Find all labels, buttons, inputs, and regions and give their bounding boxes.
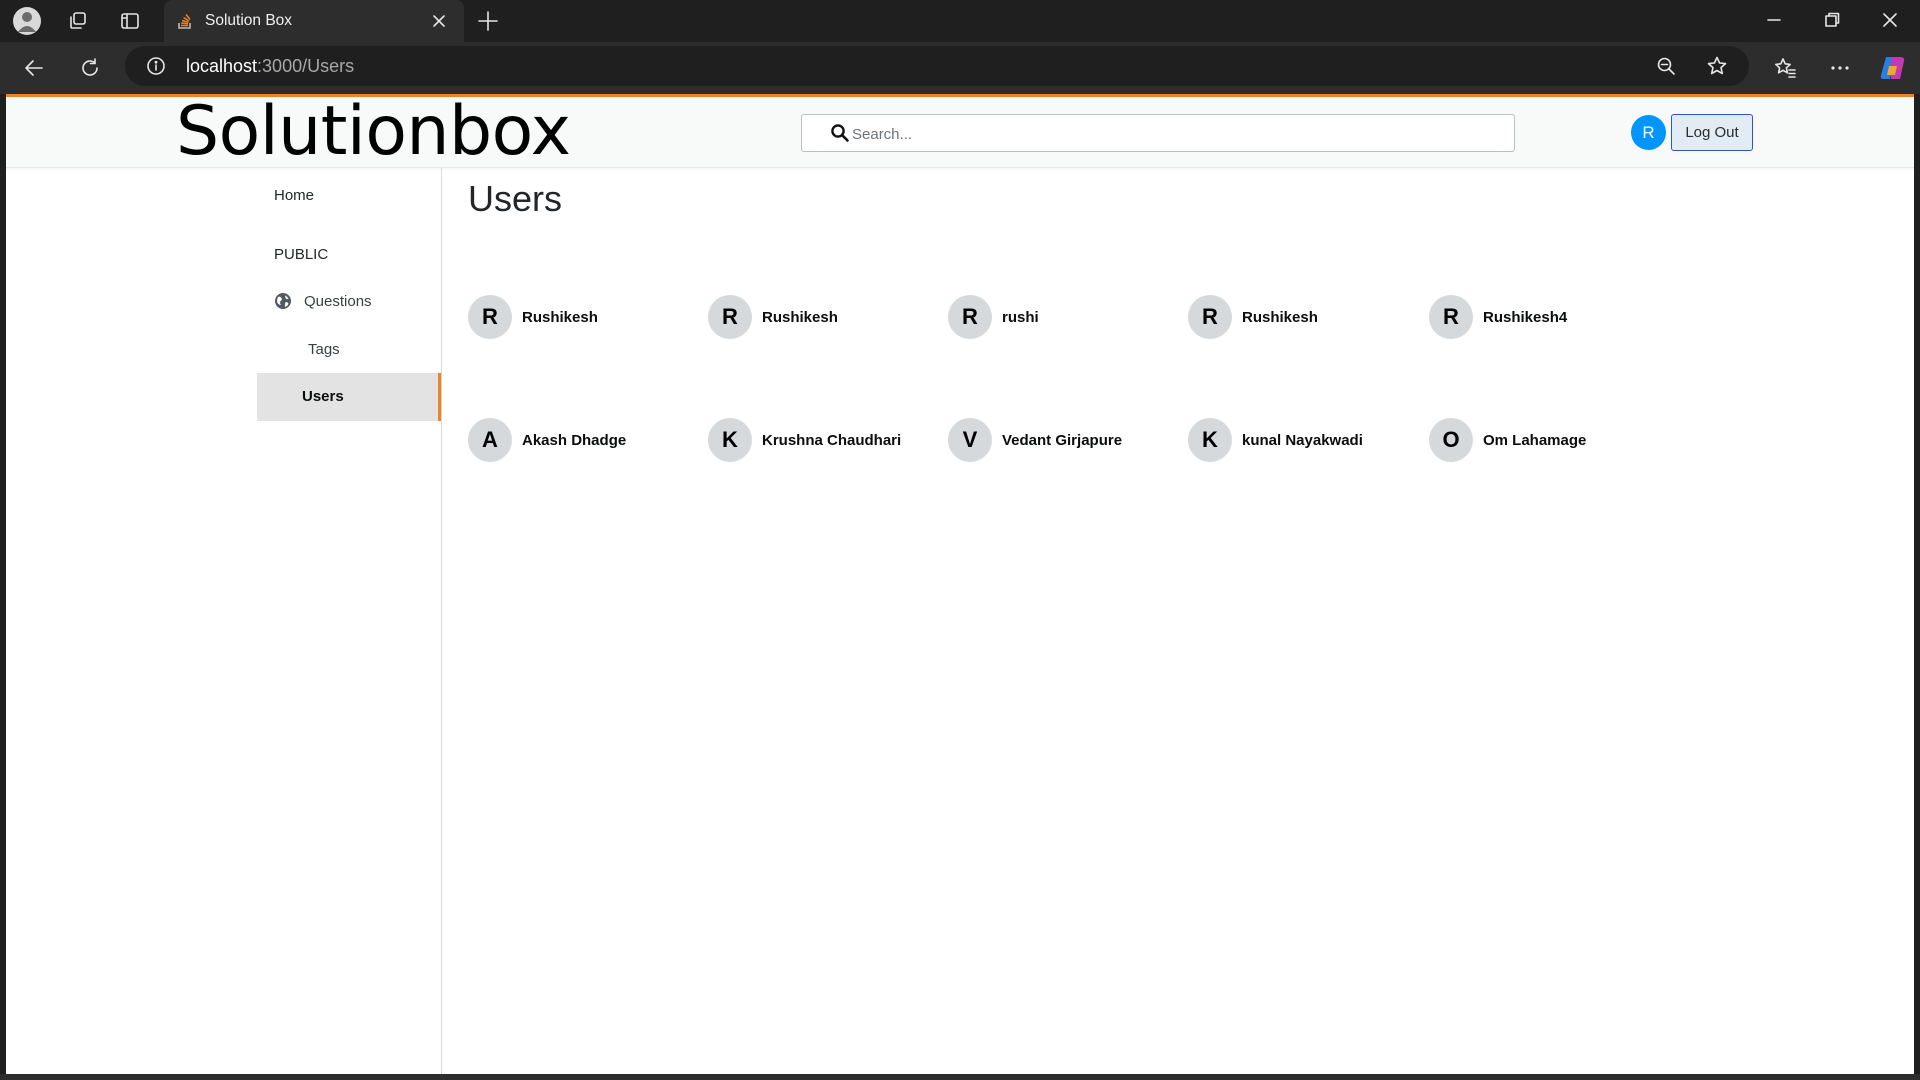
close-window-icon[interactable] bbox=[1880, 10, 1900, 30]
close-tab-icon[interactable] bbox=[431, 13, 447, 29]
address-bar[interactable]: localhost:3000/Users bbox=[125, 46, 1749, 86]
nav-users-active[interactable]: Users bbox=[257, 373, 441, 421]
copilot-icon[interactable] bbox=[1878, 53, 1908, 83]
page-title: Users bbox=[468, 178, 563, 219]
active-tab[interactable]: Solution Box bbox=[164, 0, 464, 42]
site-header: Solutionbox R Log Out bbox=[6, 94, 1914, 168]
user-card[interactable]: V Vedant Girjapure bbox=[948, 418, 1122, 462]
search-input[interactable] bbox=[850, 115, 1504, 153]
user-card-avatar: R bbox=[708, 295, 752, 339]
nav-tags[interactable]: Tags bbox=[308, 341, 340, 358]
user-card-avatar: A bbox=[468, 418, 512, 462]
browser-toolbar: localhost:3000/Users bbox=[0, 42, 1920, 94]
user-card[interactable]: R Rushikesh4 bbox=[1429, 295, 1567, 339]
user-card[interactable]: A Akash Dhadge bbox=[468, 418, 626, 462]
favorites-icon[interactable] bbox=[1773, 56, 1797, 80]
user-card-name[interactable]: Vedant Girjapure bbox=[1002, 432, 1122, 449]
workspaces-icon[interactable] bbox=[62, 5, 94, 37]
url-host: localhost bbox=[186, 56, 258, 76]
user-avatar[interactable]: R bbox=[1631, 115, 1666, 150]
browser-tab-strip: Solution Box bbox=[0, 0, 1920, 42]
vertical-tabs-icon[interactable] bbox=[114, 5, 146, 37]
profile-avatar[interactable] bbox=[11, 5, 43, 37]
user-card[interactable]: K Krushna Chaudhari bbox=[708, 418, 901, 462]
refresh-icon[interactable] bbox=[78, 56, 102, 80]
user-card-name[interactable]: Om Lahamage bbox=[1483, 432, 1586, 449]
nav-public-heading: PUBLIC bbox=[274, 246, 329, 263]
left-sidebar: Home PUBLIC Questions Tags Users bbox=[257, 168, 442, 1074]
user-card-avatar: O bbox=[1429, 418, 1473, 462]
user-card-avatar: K bbox=[1188, 418, 1232, 462]
site-logo[interactable]: Solutionbox bbox=[176, 98, 571, 166]
nav-users-label: Users bbox=[302, 388, 344, 405]
user-card-name[interactable]: Akash Dhadge bbox=[522, 432, 626, 449]
user-card-avatar: R bbox=[1429, 295, 1473, 339]
user-card[interactable]: R Rushikesh bbox=[1188, 295, 1318, 339]
user-card-avatar: R bbox=[468, 295, 512, 339]
zoom-out-icon[interactable] bbox=[1656, 56, 1676, 76]
search-icon bbox=[831, 124, 849, 142]
user-card-name[interactable]: Krushna Chaudhari bbox=[762, 432, 901, 449]
user-card-avatar: K bbox=[708, 418, 752, 462]
user-card[interactable]: O Om Lahamage bbox=[1429, 418, 1586, 462]
user-card-name[interactable]: kunal Nayakwadi bbox=[1242, 432, 1363, 449]
nav-home[interactable]: Home bbox=[274, 187, 314, 204]
back-icon[interactable] bbox=[22, 56, 46, 80]
user-card[interactable]: R rushi bbox=[948, 295, 1039, 339]
user-card-name[interactable]: Rushikesh4 bbox=[1483, 309, 1567, 326]
favorite-star-icon[interactable] bbox=[1706, 55, 1728, 77]
new-tab-icon[interactable] bbox=[476, 9, 500, 33]
user-card-name[interactable]: Rushikesh bbox=[1242, 309, 1318, 326]
site-info-icon[interactable] bbox=[146, 56, 166, 76]
search-box[interactable] bbox=[801, 114, 1515, 153]
user-card-name[interactable]: rushi bbox=[1002, 309, 1039, 326]
user-card-name[interactable]: Rushikesh bbox=[522, 309, 598, 326]
tab-title: Solution Box bbox=[205, 12, 293, 29]
user-card-avatar: R bbox=[948, 295, 992, 339]
user-card-avatar: V bbox=[948, 418, 992, 462]
nav-questions[interactable]: Questions bbox=[274, 292, 372, 310]
user-card-name[interactable]: Rushikesh bbox=[762, 309, 838, 326]
url-text[interactable]: localhost:3000/Users bbox=[186, 56, 354, 77]
window-bottom-border bbox=[0, 1074, 1920, 1080]
globe-icon bbox=[275, 293, 291, 309]
logout-button[interactable]: Log Out bbox=[1671, 114, 1753, 151]
nav-questions-label: Questions bbox=[304, 292, 372, 310]
stack-favicon-icon bbox=[178, 14, 191, 29]
user-card[interactable]: R Rushikesh bbox=[468, 295, 598, 339]
user-card[interactable]: R Rushikesh bbox=[708, 295, 838, 339]
user-card[interactable]: K kunal Nayakwadi bbox=[1188, 418, 1363, 462]
restore-icon[interactable] bbox=[1822, 10, 1842, 30]
more-options-icon[interactable] bbox=[1828, 56, 1852, 80]
minimize-icon[interactable] bbox=[1764, 10, 1784, 30]
user-card-avatar: R bbox=[1188, 295, 1232, 339]
page-viewport: Solutionbox R Log Out Home PUBLIC Questi… bbox=[6, 94, 1914, 1074]
url-path: :3000/Users bbox=[257, 56, 355, 76]
